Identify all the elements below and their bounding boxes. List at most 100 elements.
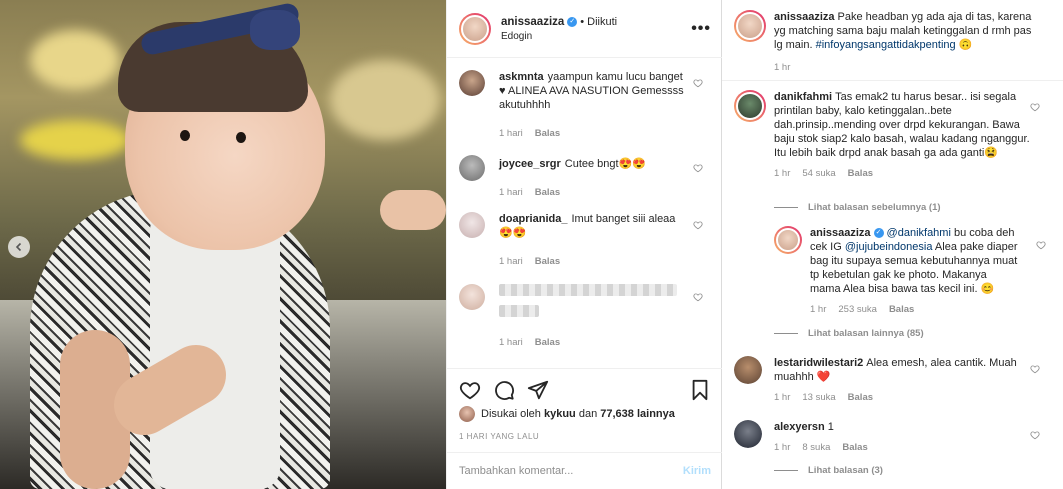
comment-time[interactable]: 1 hari bbox=[499, 128, 523, 139]
comment-item: doaprianida_ Imut banget siii aleaa😍😍 1 h… bbox=[459, 212, 715, 267]
avatar[interactable] bbox=[459, 12, 491, 45]
avatar[interactable] bbox=[459, 70, 485, 96]
heart-icon[interactable] bbox=[1030, 430, 1040, 440]
avatar[interactable] bbox=[734, 420, 762, 448]
comment-item: joycee_srgr Cutee bngt😍😍 1 hari Balas bbox=[459, 155, 715, 198]
comment-likes[interactable]: 8 suka bbox=[802, 442, 830, 453]
reply-item: anissaaziza ✓ @danikfahmi bu coba deh cek … bbox=[774, 226, 1054, 315]
view-replies-label: Lihat balasan (3) bbox=[808, 465, 883, 476]
reply-button[interactable]: Balas bbox=[535, 128, 560, 139]
post-header: anissaaziza ✓ • Diikuti Edogin ••• bbox=[447, 0, 723, 58]
more-icon[interactable]: ••• bbox=[691, 20, 711, 38]
mention-link[interactable]: @danikfahmi bbox=[887, 227, 951, 239]
avatar[interactable] bbox=[734, 10, 766, 42]
comment-username[interactable]: alexyersn bbox=[774, 421, 825, 433]
thread-line bbox=[774, 470, 798, 471]
comment-input[interactable] bbox=[459, 465, 683, 477]
chevron-left-icon[interactable] bbox=[8, 236, 30, 258]
heart-icon[interactable] bbox=[459, 379, 481, 401]
view-more-replies-label: Lihat balasan lainnya (85) bbox=[808, 328, 924, 339]
bookmark-icon[interactable] bbox=[689, 379, 711, 401]
background-light bbox=[30, 30, 120, 90]
heart-icon[interactable] bbox=[693, 220, 703, 230]
reply-button[interactable]: Balas bbox=[848, 168, 873, 179]
blurred-comment bbox=[499, 284, 689, 321]
view-more-replies[interactable]: Lihat balasan lainnya (85) bbox=[774, 328, 924, 339]
child-inner-dress bbox=[150, 210, 280, 489]
comment-composer: Kirim bbox=[447, 452, 723, 489]
heart-icon[interactable] bbox=[1036, 240, 1046, 250]
heart-icon[interactable] bbox=[1030, 364, 1040, 374]
comment-username[interactable]: doaprianida_ bbox=[499, 213, 567, 225]
share-icon[interactable] bbox=[527, 379, 549, 401]
view-replies[interactable]: Lihat balasan (3) bbox=[774, 465, 883, 476]
avatar[interactable] bbox=[734, 356, 762, 384]
reply-button[interactable]: Balas bbox=[848, 392, 873, 403]
reply-likes[interactable]: 253 suka bbox=[838, 304, 877, 315]
comment-time[interactable]: 1 hari bbox=[499, 187, 523, 198]
comment-time[interactable]: 1 hari bbox=[499, 256, 523, 267]
comment-likes[interactable]: 13 suka bbox=[802, 392, 835, 403]
avatar[interactable] bbox=[734, 90, 766, 122]
caption-username[interactable]: anissaaziza bbox=[774, 11, 835, 23]
reply-button[interactable]: Balas bbox=[535, 337, 560, 348]
post-location[interactable]: Edogin bbox=[501, 31, 617, 42]
dot-separator: • bbox=[580, 15, 585, 28]
avatar[interactable] bbox=[459, 155, 485, 181]
comment-thread: anissaaziza Pake headban yg ada aja di ta… bbox=[722, 0, 1063, 489]
likes-count[interactable]: 77,638 lainnya bbox=[600, 408, 675, 420]
verified-icon: ✓ bbox=[873, 228, 884, 239]
post-username[interactable]: anissaaziza bbox=[501, 16, 564, 28]
divider bbox=[722, 80, 1063, 81]
post-photo[interactable] bbox=[0, 0, 446, 489]
comment-item: 1 hari Balas bbox=[459, 284, 715, 348]
avatar[interactable] bbox=[459, 406, 475, 422]
background-light bbox=[20, 120, 130, 160]
post-sidebar: anissaaziza ✓ • Diikuti Edogin ••• askmnta y… bbox=[446, 0, 723, 489]
avatar[interactable] bbox=[459, 212, 485, 238]
mention-link[interactable]: @jujubeindonesia bbox=[845, 241, 933, 253]
comment-icon[interactable] bbox=[493, 379, 515, 401]
caption-tail: 🙃 bbox=[955, 39, 973, 51]
comment-item: alexyersn 1 1 hr 8 suka Balas bbox=[734, 420, 1054, 453]
avatar[interactable] bbox=[774, 226, 802, 254]
comment-username[interactable]: lestaridwilestari2 bbox=[774, 357, 863, 369]
comment-time[interactable]: 1 hr bbox=[774, 442, 790, 453]
comment-item: askmnta yaampun kamu lucu banget ♥ ALINEA… bbox=[459, 70, 715, 139]
verified-icon: ✓ bbox=[567, 16, 578, 27]
comment-username[interactable]: danikfahmi bbox=[774, 91, 832, 103]
reply-button[interactable]: Balas bbox=[535, 187, 560, 198]
headband-bow bbox=[250, 10, 300, 50]
reply-button[interactable]: Balas bbox=[535, 256, 560, 267]
submit-comment-button[interactable]: Kirim bbox=[683, 465, 711, 477]
heart-icon[interactable] bbox=[693, 78, 703, 88]
child-arm bbox=[380, 190, 446, 230]
heart-icon[interactable] bbox=[693, 163, 703, 173]
follow-status[interactable]: Diikuti bbox=[587, 16, 617, 28]
comment-likes[interactable]: 54 suka bbox=[802, 168, 835, 179]
view-previous-replies-label: Lihat balasan sebelumnya (1) bbox=[808, 202, 941, 213]
action-bar bbox=[447, 368, 723, 408]
comment-item: lestaridwilestari2 Alea emesh, alea canti… bbox=[734, 356, 1054, 403]
caption-time[interactable]: 1 hr bbox=[774, 62, 790, 73]
thread-line bbox=[774, 207, 798, 208]
post-timestamp[interactable]: 1 HARI YANG LALU bbox=[459, 432, 539, 441]
comment-time[interactable]: 1 hr bbox=[774, 168, 790, 179]
reply-button[interactable]: Balas bbox=[889, 304, 914, 315]
likes-first-user[interactable]: kykuu bbox=[544, 408, 576, 420]
likes-prefix: Disukai oleh bbox=[481, 408, 541, 420]
caption: anissaaziza Pake headban yg ada aja di ta… bbox=[734, 10, 1054, 73]
child-eye bbox=[236, 132, 246, 143]
view-previous-replies[interactable]: Lihat balasan sebelumnya (1) bbox=[774, 202, 941, 213]
reply-button[interactable]: Balas bbox=[842, 442, 867, 453]
caption-hashtag[interactable]: #infoyangsangattidakpenting bbox=[816, 39, 956, 51]
reply-time[interactable]: 1 hr bbox=[810, 304, 826, 315]
reply-username[interactable]: anissaaziza bbox=[810, 227, 871, 239]
comment-time[interactable]: 1 hr bbox=[774, 392, 790, 403]
comment-username[interactable]: askmnta bbox=[499, 71, 544, 83]
avatar[interactable] bbox=[459, 284, 485, 310]
heart-icon[interactable] bbox=[1030, 102, 1040, 112]
comment-username[interactable]: joycee_srgr bbox=[499, 158, 561, 170]
comment-time[interactable]: 1 hari bbox=[499, 337, 523, 348]
heart-icon[interactable] bbox=[693, 292, 703, 302]
